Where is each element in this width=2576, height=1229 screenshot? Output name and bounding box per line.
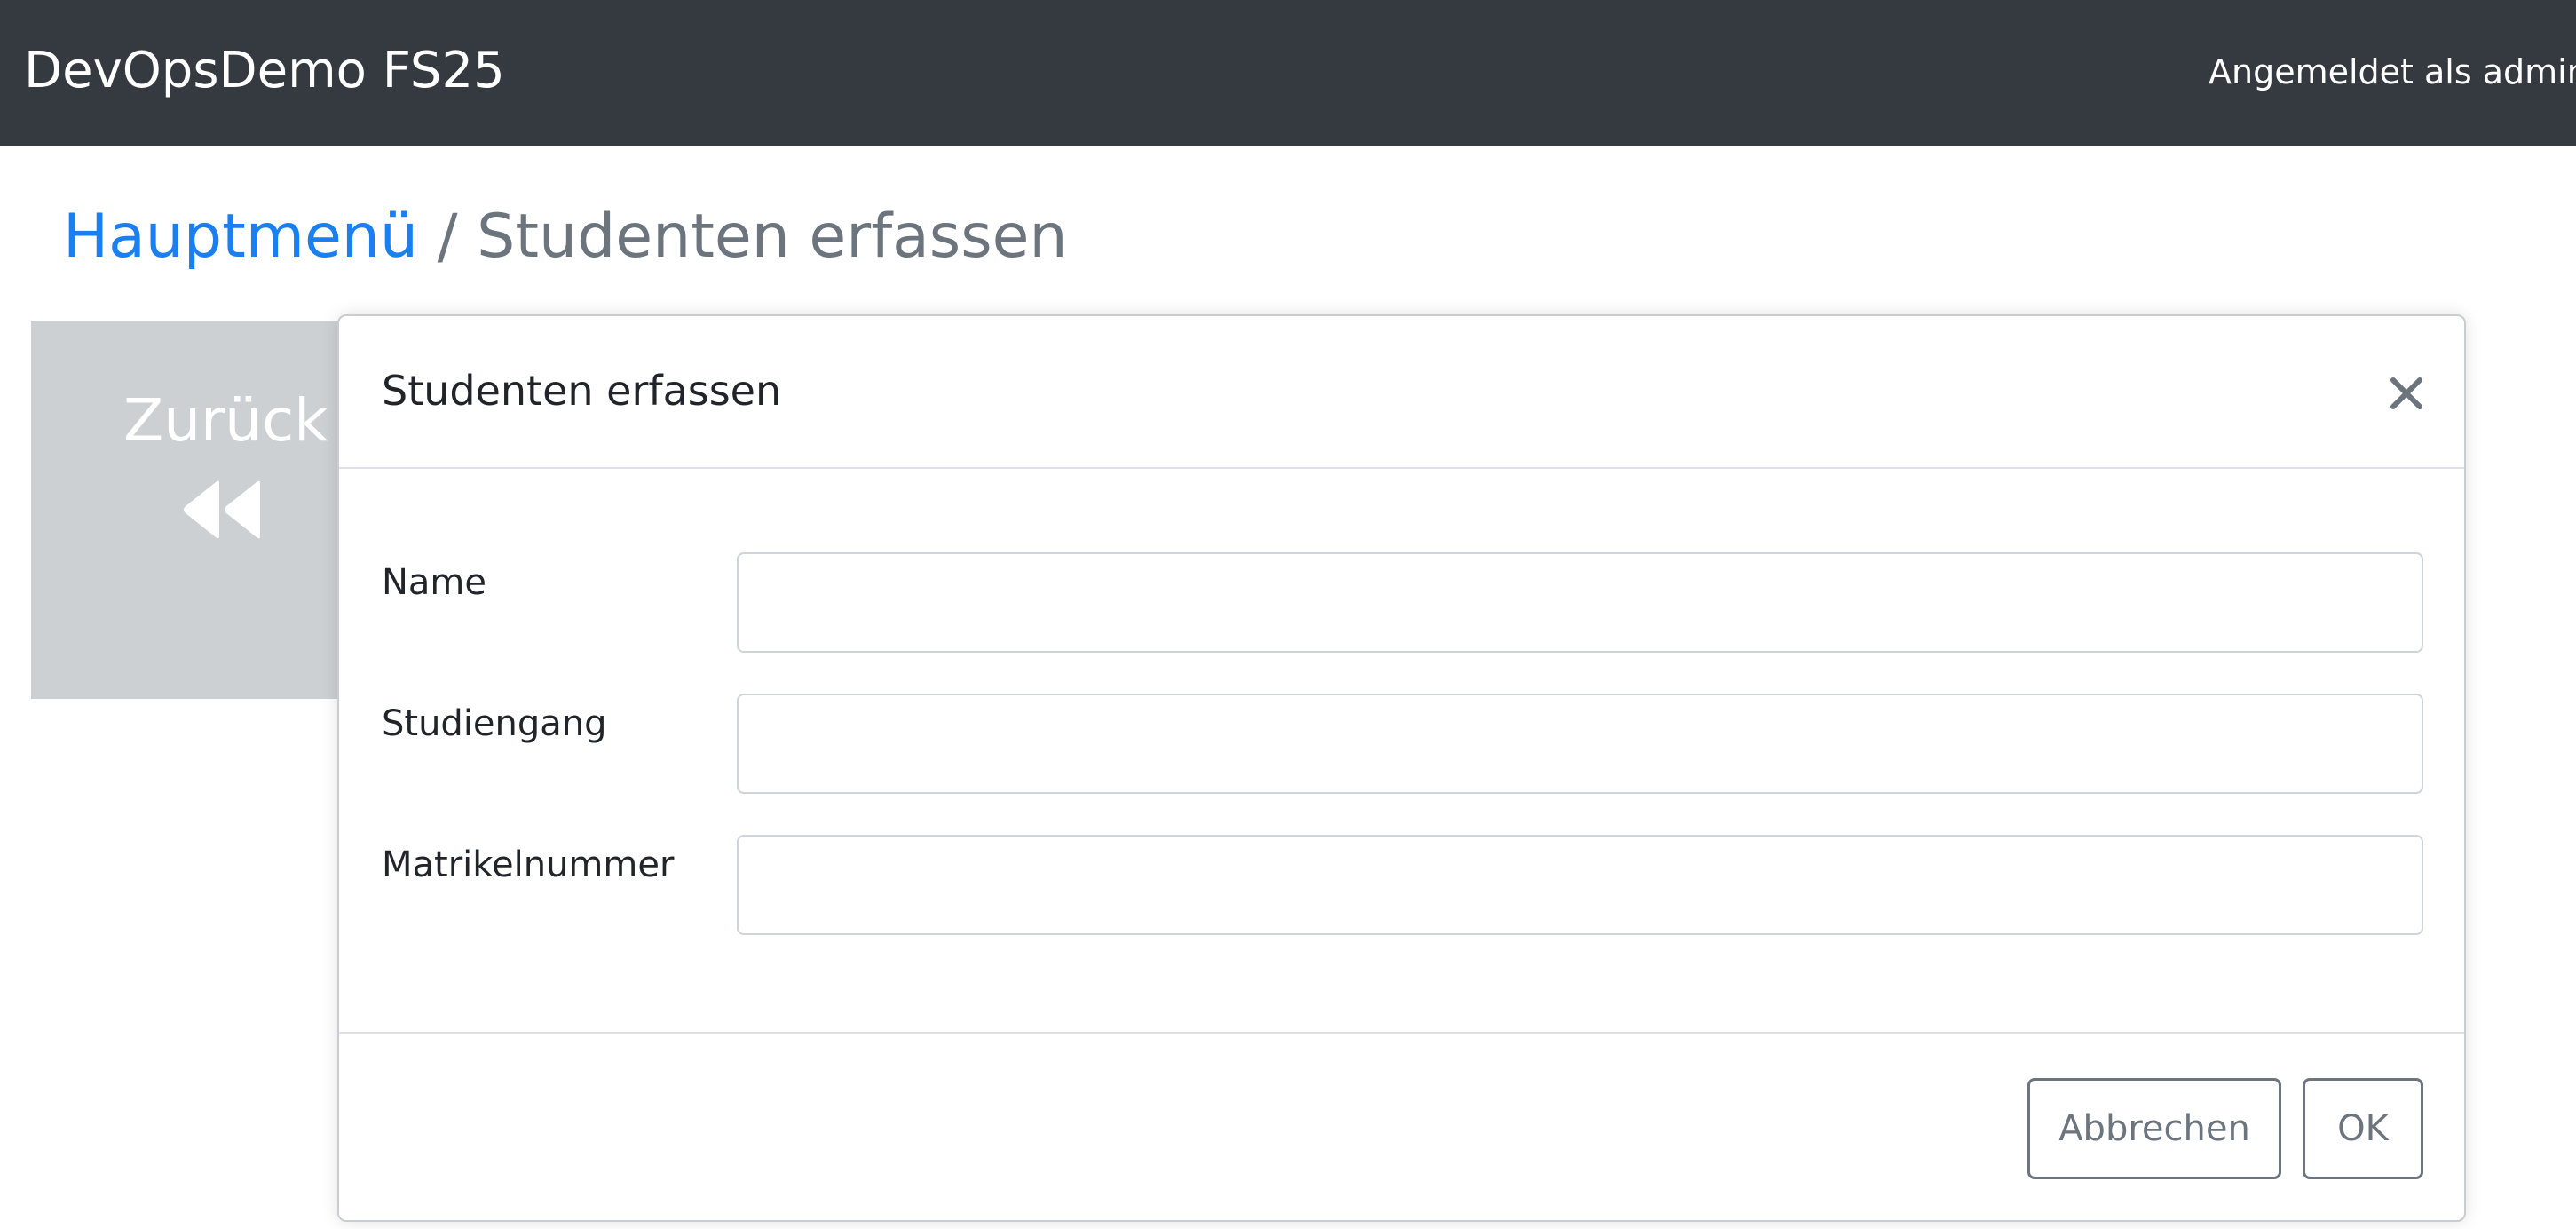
form-row-matrikelnummer: Matrikelnummer bbox=[339, 835, 2464, 938]
ok-button[interactable]: OK bbox=[2303, 1078, 2423, 1179]
name-input[interactable] bbox=[737, 552, 2423, 653]
dialog-title: Studenten erfassen bbox=[382, 367, 782, 415]
breadcrumb-home-link[interactable]: Hauptmenü bbox=[63, 202, 418, 272]
cancel-button[interactable]: Abbrechen bbox=[2027, 1078, 2281, 1179]
form-row-name: Name bbox=[339, 552, 2464, 655]
matrikelnummer-input[interactable] bbox=[737, 835, 2423, 935]
dialog-header: Studenten erfassen bbox=[339, 316, 2464, 469]
back-tile-label: Zurück bbox=[123, 386, 328, 455]
dialog-footer: Abbrechen OK bbox=[339, 1032, 2464, 1222]
breadcrumb: Hauptmenü / Studenten erfassen bbox=[63, 197, 1068, 277]
name-label: Name bbox=[382, 562, 487, 603]
studiengang-input[interactable] bbox=[737, 694, 2423, 794]
create-student-dialog: Studenten erfassen Name Studiengang Matr… bbox=[337, 314, 2466, 1222]
close-icon[interactable] bbox=[2381, 368, 2432, 419]
form-row-studiengang: Studiengang bbox=[339, 694, 2464, 797]
back-tile-button[interactable]: Zurück bbox=[31, 321, 370, 699]
breadcrumb-current: Studenten erfassen bbox=[477, 202, 1068, 272]
logged-in-user-text: Angemeldet als admin bbox=[2209, 52, 2576, 91]
breadcrumb-separator: / bbox=[438, 202, 478, 272]
breadcrumb-separator-text: / bbox=[437, 202, 458, 272]
app-brand[interactable]: DevOpsDemo FS25 bbox=[24, 37, 505, 105]
matrikelnummer-label: Matrikelnummer bbox=[382, 844, 675, 885]
studiengang-label: Studiengang bbox=[382, 703, 607, 744]
backward-double-icon bbox=[184, 480, 260, 539]
top-navbar: DevOpsDemo FS25 Angemeldet als admin bbox=[0, 0, 2576, 146]
